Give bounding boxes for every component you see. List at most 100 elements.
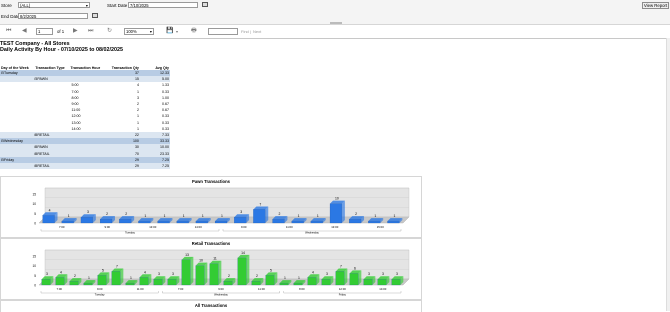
data-label: 5 — [270, 268, 272, 272]
chart-bar — [139, 274, 152, 286]
find-input[interactable] — [208, 28, 238, 35]
y-tick-label: 10 — [32, 202, 36, 206]
start-date-calendar-icon[interactable] — [202, 2, 208, 7]
data-label: 4 — [49, 208, 51, 212]
table-cell-avg: 7.25 — [139, 163, 170, 170]
data-label: 2 — [125, 212, 127, 216]
export-save-icon[interactable]: 💾 — [166, 25, 173, 38]
pawn-transactions-chart: 0 5 10 15 4 1 3 2 2 1 1 1 1 1 3 7 2 1 1 10 2 1 1 7:00 9:00 13:00 1… — [32, 187, 410, 235]
x-tick-label: 14:00 — [379, 287, 386, 291]
data-label: 2 — [256, 274, 258, 278]
find-link[interactable]: Find — [241, 29, 249, 34]
data-label: 2 — [279, 212, 281, 216]
chart-bar — [181, 256, 194, 286]
chart-title: All Transactions — [194, 303, 228, 308]
data-label: 4 — [144, 270, 146, 274]
zoom-select[interactable]: 100% ▾ — [124, 28, 154, 35]
data-label: 4 — [60, 270, 62, 274]
last-page-icon[interactable]: ⏭ — [88, 25, 93, 38]
col-header: Transaction Hour — [70, 66, 101, 70]
group-label: Wednesday — [305, 231, 319, 235]
col-header: Day of the Week — [1, 66, 29, 70]
end-date-input[interactable]: 8/2/2025 — [18, 13, 88, 19]
x-tick-label: 8:00 — [299, 287, 305, 291]
chart-bar — [153, 276, 166, 286]
table-row: ⊞RETAIL 29 7.25 — [0, 163, 170, 170]
data-label: 1 — [164, 214, 166, 218]
page-number-input[interactable]: 1 — [36, 28, 53, 35]
view-report-button[interactable]: View Report — [642, 2, 669, 9]
previous-page-icon[interactable]: ◀ — [22, 25, 27, 38]
data-label: 3 — [326, 272, 328, 276]
data-label: 1 — [284, 276, 286, 280]
y-tick-label: 10 — [32, 264, 36, 268]
store-select-value: (ALL) — [20, 3, 31, 8]
chart-bar — [55, 274, 68, 286]
zoom-value: 100% — [126, 29, 137, 34]
data-label: 7 — [116, 264, 118, 268]
x-tick-label: 13:00 — [149, 225, 156, 229]
data-label: 13 — [185, 253, 189, 257]
chart-bar — [391, 276, 404, 286]
chart-bar — [167, 276, 180, 286]
x-tick-label: 11:00 — [258, 287, 265, 291]
end-date-calendar-icon[interactable] — [92, 13, 98, 18]
x-tick-label: 7:00 — [56, 287, 62, 291]
chart-bar — [80, 214, 96, 224]
chart-bar — [253, 206, 269, 224]
table-cell-qty: 29 — [109, 163, 140, 170]
first-page-icon[interactable]: ⏮ — [6, 25, 11, 38]
page-count-label: of 1 — [57, 29, 65, 34]
x-tick-label: 11:00 — [286, 225, 293, 229]
chart-bar — [335, 268, 348, 286]
pawn-chart-panel: Pawn Transactions 0 5 10 15 4 1 3 2 2 1 1 1 1 1 3 7 2 1 1 1… — [0, 176, 422, 238]
store-label: Store — [1, 3, 12, 8]
data-label: 14 — [241, 251, 245, 255]
start-date-input[interactable]: 7/10/2025 — [128, 2, 198, 8]
report-subtitle: Daily Activity By Hour - 07/10/2025 to 0… — [0, 47, 123, 53]
x-tick-label: 7:00 — [59, 225, 65, 229]
data-label: 3 — [158, 272, 160, 276]
data-label: 7 — [340, 264, 342, 268]
data-label: 1 — [130, 276, 132, 280]
y-tick-label: 15 — [32, 193, 36, 197]
y-tick-label: 15 — [32, 255, 36, 259]
vertical-scrollbar[interactable] — [666, 38, 670, 311]
chart-bar — [119, 216, 135, 224]
data-label: 1 — [393, 214, 395, 218]
all-chart-panel: All Transactions — [0, 300, 422, 312]
x-tick-label: 9:00 — [218, 287, 224, 291]
collapse-handle[interactable] — [330, 22, 342, 24]
data-label: 3 — [368, 272, 370, 276]
chart-title: Retail Transactions — [191, 241, 231, 246]
find-separator: | — [250, 29, 252, 34]
chart-bar — [237, 254, 250, 286]
chart-bar — [321, 276, 334, 286]
chart-bar — [265, 272, 278, 286]
data-label: 3 — [396, 272, 398, 276]
print-icon[interactable]: 🖶 — [191, 25, 197, 38]
col-header: Transaction Qty — [111, 66, 139, 70]
chart-bar — [377, 276, 390, 286]
export-dropdown-icon[interactable]: ▾ — [176, 25, 178, 38]
next-link[interactable]: Next — [253, 29, 261, 34]
chart-bar — [111, 268, 124, 286]
data-label: 6 — [354, 266, 356, 270]
report-toolbar — [0, 25, 670, 39]
table-header-row: Day of the Week Transaction Type Transac… — [0, 58, 170, 70]
data-label: 3 — [87, 210, 89, 214]
data-label: 3 — [240, 210, 242, 214]
data-label: 1 — [144, 214, 146, 218]
next-page-icon[interactable]: ▶ — [73, 25, 78, 38]
chevron-down-icon: ▾ — [85, 3, 88, 8]
end-date-label: End Date — [1, 14, 20, 19]
table-cell-type[interactable]: ⊞RETAIL — [34, 163, 70, 170]
refresh-icon[interactable]: ↻ — [107, 25, 112, 38]
data-label: 5 — [102, 268, 104, 272]
store-select[interactable]: (ALL) ▾ — [18, 2, 90, 8]
data-label: 3 — [382, 272, 384, 276]
data-label: 3 — [172, 272, 174, 276]
retail-chart-panel: Retail Transactions 0 5 10 15 3 4 2 1 5 7 1 4 3 3 13 10… — [0, 238, 422, 300]
chevron-down-icon: ▾ — [149, 29, 152, 34]
chart-bar — [41, 276, 54, 286]
